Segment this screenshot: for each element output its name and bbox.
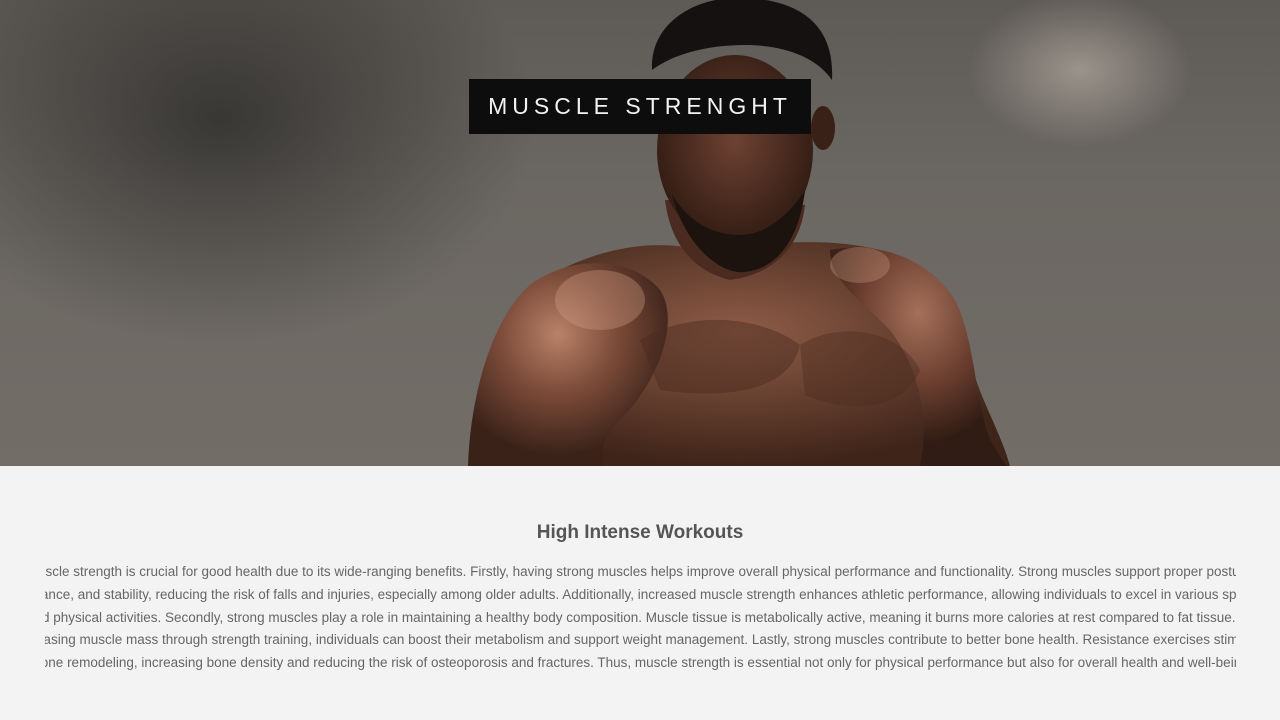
section-heading: High Intense Workouts — [536, 522, 744, 543]
hero-title-box: MUSCLE STRENGHT — [469, 79, 811, 134]
section-paragraph: Muscle strength is crucial for good heal… — [45, 564, 1236, 671]
hero-athlete-image — [468, 0, 1010, 466]
content-section: High Intense Workouts Muscle strength is… — [0, 466, 1280, 720]
hero-banner: MUSCLE STRENGHT — [0, 0, 1280, 466]
paragraph-container: Muscle strength is crucial for good heal… — [45, 561, 1236, 675]
hero-title: MUSCLE STRENGHT — [488, 93, 792, 119]
